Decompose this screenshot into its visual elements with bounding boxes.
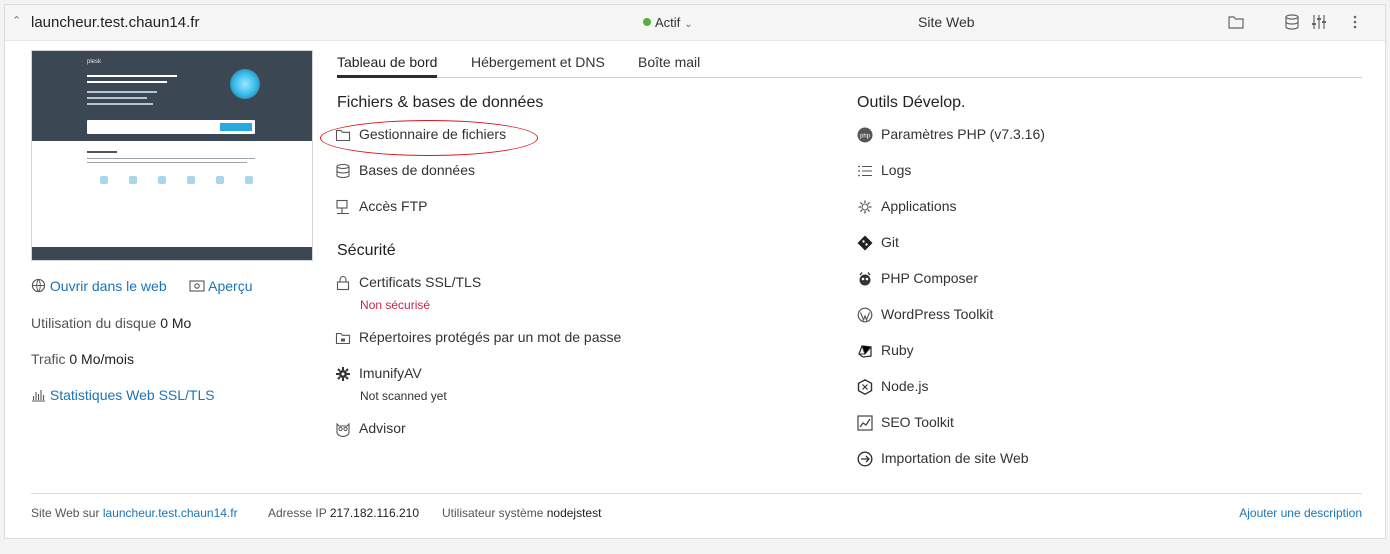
gear-icon	[858, 200, 872, 214]
disk-usage: Utilisation du disque 0 Mo	[31, 315, 191, 331]
tab-tableau-de-bord[interactable]: Tableau de bord	[337, 54, 438, 78]
preview-label: Aperçu	[208, 278, 253, 294]
git-icon	[857, 235, 873, 251]
globe-icon	[31, 278, 46, 293]
php-settings-label: Paramètres PHP (v7.3.16)	[881, 126, 1045, 142]
bar-chart-icon	[32, 390, 45, 402]
advisor-owl-icon	[336, 422, 350, 437]
composer-icon	[859, 272, 871, 286]
protected-folder-icon	[335, 332, 351, 345]
nodejs-icon	[857, 379, 873, 395]
disk-usage-label: Utilisation du disque	[31, 315, 157, 331]
tab-bar: Tableau de bord Hébergement et DNS Boîte…	[337, 51, 1362, 78]
ftp-access-label: Accès FTP	[359, 198, 428, 214]
php-icon: php	[857, 127, 873, 143]
site-preview-thumbnail[interactable]: plesk	[31, 50, 313, 261]
footer-ip-info: Adresse IP 217.182.116.210	[268, 506, 419, 520]
web-stats-link[interactable]: Statistiques Web SSL/TLS	[31, 387, 215, 403]
traffic-label: Trafic	[31, 351, 66, 367]
applications-label: Applications	[881, 198, 957, 214]
preview-tile	[245, 176, 253, 184]
footer-site-info: Site Web sur launcheur.test.chaun14.fr	[31, 506, 238, 520]
site-domain[interactable]: launcheur.test.chaun14.fr	[31, 14, 199, 31]
preview-link[interactable]: Aperçu	[189, 278, 252, 294]
ftp-monitor-icon	[336, 199, 349, 215]
seo-chart-icon	[857, 415, 873, 431]
ssl-certificates-label: Certificats SSL/TLS	[359, 274, 482, 290]
php-composer-label: PHP Composer	[881, 270, 979, 286]
status-label: Actif	[655, 15, 681, 30]
ruby-label: Ruby	[881, 342, 914, 358]
svg-text:php: php	[860, 134, 871, 140]
certificate-lock-icon	[336, 276, 350, 291]
footer-site-link[interactable]: launcheur.test.chaun14.fr	[103, 506, 238, 520]
security-section-title: Sécurité	[337, 242, 396, 259]
logs-label: Logs	[881, 162, 912, 178]
site-footer: Site Web sur launcheur.test.chaun14.fr A…	[31, 493, 1362, 520]
status-dropdown[interactable]: Actif ⌄	[643, 15, 693, 30]
advisor-label: Advisor	[359, 420, 406, 436]
add-description-link[interactable]: Ajouter une description	[1239, 506, 1362, 520]
highlight-annotation	[320, 120, 538, 156]
imunifyav-status: Not scanned yet	[360, 389, 447, 403]
preview-brand: plesk	[87, 59, 102, 65]
footer-user-label: Utilisateur système	[442, 506, 544, 520]
site-header: ⌃ launcheur.test.chaun14.fr Actif ⌄ Site …	[5, 5, 1385, 41]
open-in-web-label: Ouvrir dans le web	[49, 278, 167, 294]
preview-footer	[32, 247, 312, 260]
protected-dirs-label: Répertoires protégés par un mot de passe	[359, 329, 622, 345]
footer-site-label: Site Web sur	[31, 506, 100, 520]
status-dot-icon	[643, 18, 651, 26]
dev-section-title: Outils Dévelop.	[857, 94, 966, 111]
imunify-gear-icon	[336, 367, 350, 381]
preview-tile	[187, 176, 195, 184]
preview-illustration	[230, 69, 260, 99]
wordpress-icon	[857, 307, 873, 323]
preview-tile	[158, 176, 166, 184]
wordpress-toolkit-label: WordPress Toolkit	[881, 306, 994, 322]
footer-user-value: nodejstest	[546, 506, 602, 520]
import-globe-icon	[857, 451, 873, 467]
files-section-title: Fichiers & bases de données	[337, 94, 544, 111]
sliders-icon[interactable]	[1310, 13, 1328, 31]
ruby-icon	[858, 345, 872, 358]
traffic: Trafic 0 Mo/mois	[31, 351, 134, 367]
footer-ip-value: 217.182.116.210	[329, 506, 420, 520]
eye-icon	[189, 280, 205, 292]
git-label: Git	[881, 234, 899, 250]
imunifyav-label: ImunifyAV	[359, 365, 422, 381]
disk-usage-value: 0 Mo	[160, 315, 192, 331]
chevron-down-icon: ⌄	[684, 19, 693, 30]
preview-tile	[216, 176, 224, 184]
site-import-label: Importation de site Web	[881, 450, 1029, 466]
site-card: ⌃ launcheur.test.chaun14.fr Actif ⌄ Site …	[4, 4, 1386, 539]
ssl-status: Non sécurisé	[360, 298, 431, 312]
database-icon	[336, 163, 350, 179]
preview-tile	[129, 176, 137, 184]
seo-toolkit-label: SEO Toolkit	[881, 414, 954, 430]
tab-boite-mail[interactable]: Boîte mail	[638, 54, 700, 70]
collapse-chevron-up-icon[interactable]: ⌃	[12, 14, 21, 27]
preview-login-bar	[87, 120, 255, 134]
footer-user-info: Utilisateur système nodejstest	[442, 506, 601, 520]
traffic-value: 0 Mo/mois	[69, 351, 134, 367]
folder-icon[interactable]	[1227, 13, 1245, 31]
preview-login-button	[220, 123, 252, 131]
list-icon	[858, 165, 872, 177]
kebab-icon[interactable]	[1346, 13, 1364, 31]
open-in-web-link[interactable]: Ouvrir dans le web	[31, 278, 167, 294]
footer-ip-label: Adresse IP	[268, 506, 327, 520]
databases-label: Bases de données	[359, 162, 475, 178]
preview-tile	[100, 176, 108, 184]
nodejs-label: Node.js	[881, 378, 929, 394]
web-stats-label: Statistiques Web SSL/TLS	[49, 387, 215, 403]
site-type: Site Web	[918, 14, 975, 30]
database-icon[interactable]	[1283, 13, 1301, 31]
tab-hebergement-dns[interactable]: Hébergement et DNS	[471, 54, 605, 70]
